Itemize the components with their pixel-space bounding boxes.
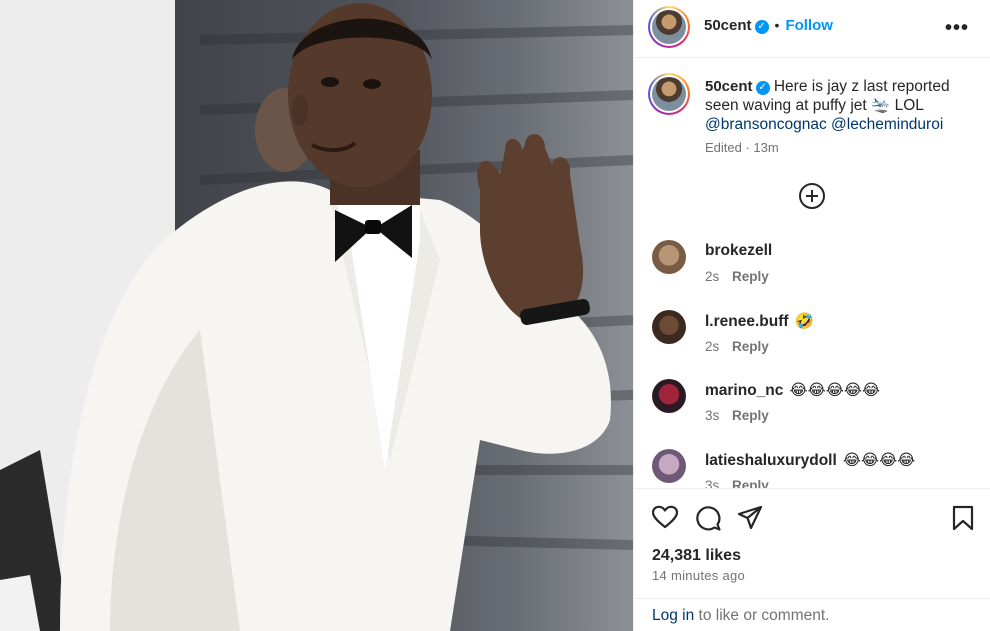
commenter-username[interactable]: l.renee.buff — [705, 313, 789, 330]
caption-edited-meta: Edited · 13m — [705, 140, 779, 155]
commenter-avatar[interactable] — [652, 379, 686, 413]
comment-bubble-icon[interactable] — [695, 505, 721, 531]
commenter-username[interactable]: brokezell — [705, 242, 772, 259]
comment-item: marino_nc 😂😂😂😂😂 3s Reply — [634, 371, 990, 431]
login-link[interactable]: Log in — [652, 607, 694, 624]
header-separator: • — [774, 17, 780, 33]
mention-link[interactable]: @lechemin­duroi — [831, 116, 943, 133]
heart-icon[interactable] — [652, 505, 678, 531]
author-avatar[interactable] — [648, 6, 690, 48]
post-actions-bar — [634, 488, 990, 544]
post-photo[interactable] — [0, 0, 633, 631]
comment-time: 2s — [705, 339, 720, 354]
caption-avatar[interactable] — [648, 73, 690, 115]
caption-verified-badge-icon: ✓ — [755, 81, 770, 95]
post-header: 50cent ✓ • Follow ••• — [634, 0, 990, 58]
login-prompt: Log in to like or comment. — [634, 598, 990, 631]
post-photo-illustration — [0, 0, 633, 631]
reply-button[interactable]: Reply — [732, 478, 769, 488]
comment-item: l.renee.buff 🤣 2s Reply — [634, 302, 990, 362]
comment-item: latieshaluxurydoll 😂😂😂😂 3s Reply — [634, 441, 990, 488]
post-time[interactable]: 14 minutes ago — [652, 568, 745, 583]
comment-time: 3s — [705, 478, 720, 488]
paper-plane-icon[interactable] — [737, 505, 763, 531]
post-caption: 50cent ✓ Here is jay z last reported seen… — [705, 77, 975, 134]
commenter-avatar[interactable] — [652, 449, 686, 483]
comments-list[interactable]: brokezell 2s Reply l.renee.buff 🤣 2s Repl… — [634, 232, 990, 488]
comment-text: 🤣 — [794, 313, 814, 330]
post-side-panel: 50cent ✓ • Follow ••• 50cent ✓ Here is jay z… — [633, 0, 990, 631]
reply-button[interactable]: Reply — [732, 408, 769, 423]
reply-button[interactable]: Reply — [732, 269, 769, 284]
commenter-username[interactable]: latieshaluxurydoll — [705, 452, 837, 469]
bookmark-icon[interactable] — [950, 505, 976, 531]
add-circle-icon[interactable] — [799, 183, 825, 209]
comment-time: 2s — [705, 269, 720, 284]
author-username[interactable]: 50cent — [704, 17, 752, 34]
comment-text: 😂😂😂😂😂 — [789, 382, 880, 399]
reply-button[interactable]: Reply — [732, 339, 769, 354]
login-prompt-text: to like or comment. — [694, 607, 830, 624]
mention-link[interactable]: @bransoncognac — [705, 116, 827, 133]
commenter-avatar[interactable] — [652, 240, 686, 274]
commenter-avatar[interactable] — [652, 310, 686, 344]
commenter-username[interactable]: marino_nc — [705, 382, 783, 399]
verified-badge-icon: ✓ — [754, 20, 769, 34]
caption-username[interactable]: 50cent — [705, 78, 753, 95]
comment-text: 😂😂😂😂 — [842, 452, 916, 469]
comment-time: 3s — [705, 408, 720, 423]
comment-item: brokezell 2s Reply — [634, 232, 990, 292]
more-options-icon[interactable]: ••• — [945, 17, 969, 40]
follow-button[interactable]: Follow — [785, 17, 833, 34]
likes-count[interactable]: 24,381 likes — [652, 547, 741, 565]
